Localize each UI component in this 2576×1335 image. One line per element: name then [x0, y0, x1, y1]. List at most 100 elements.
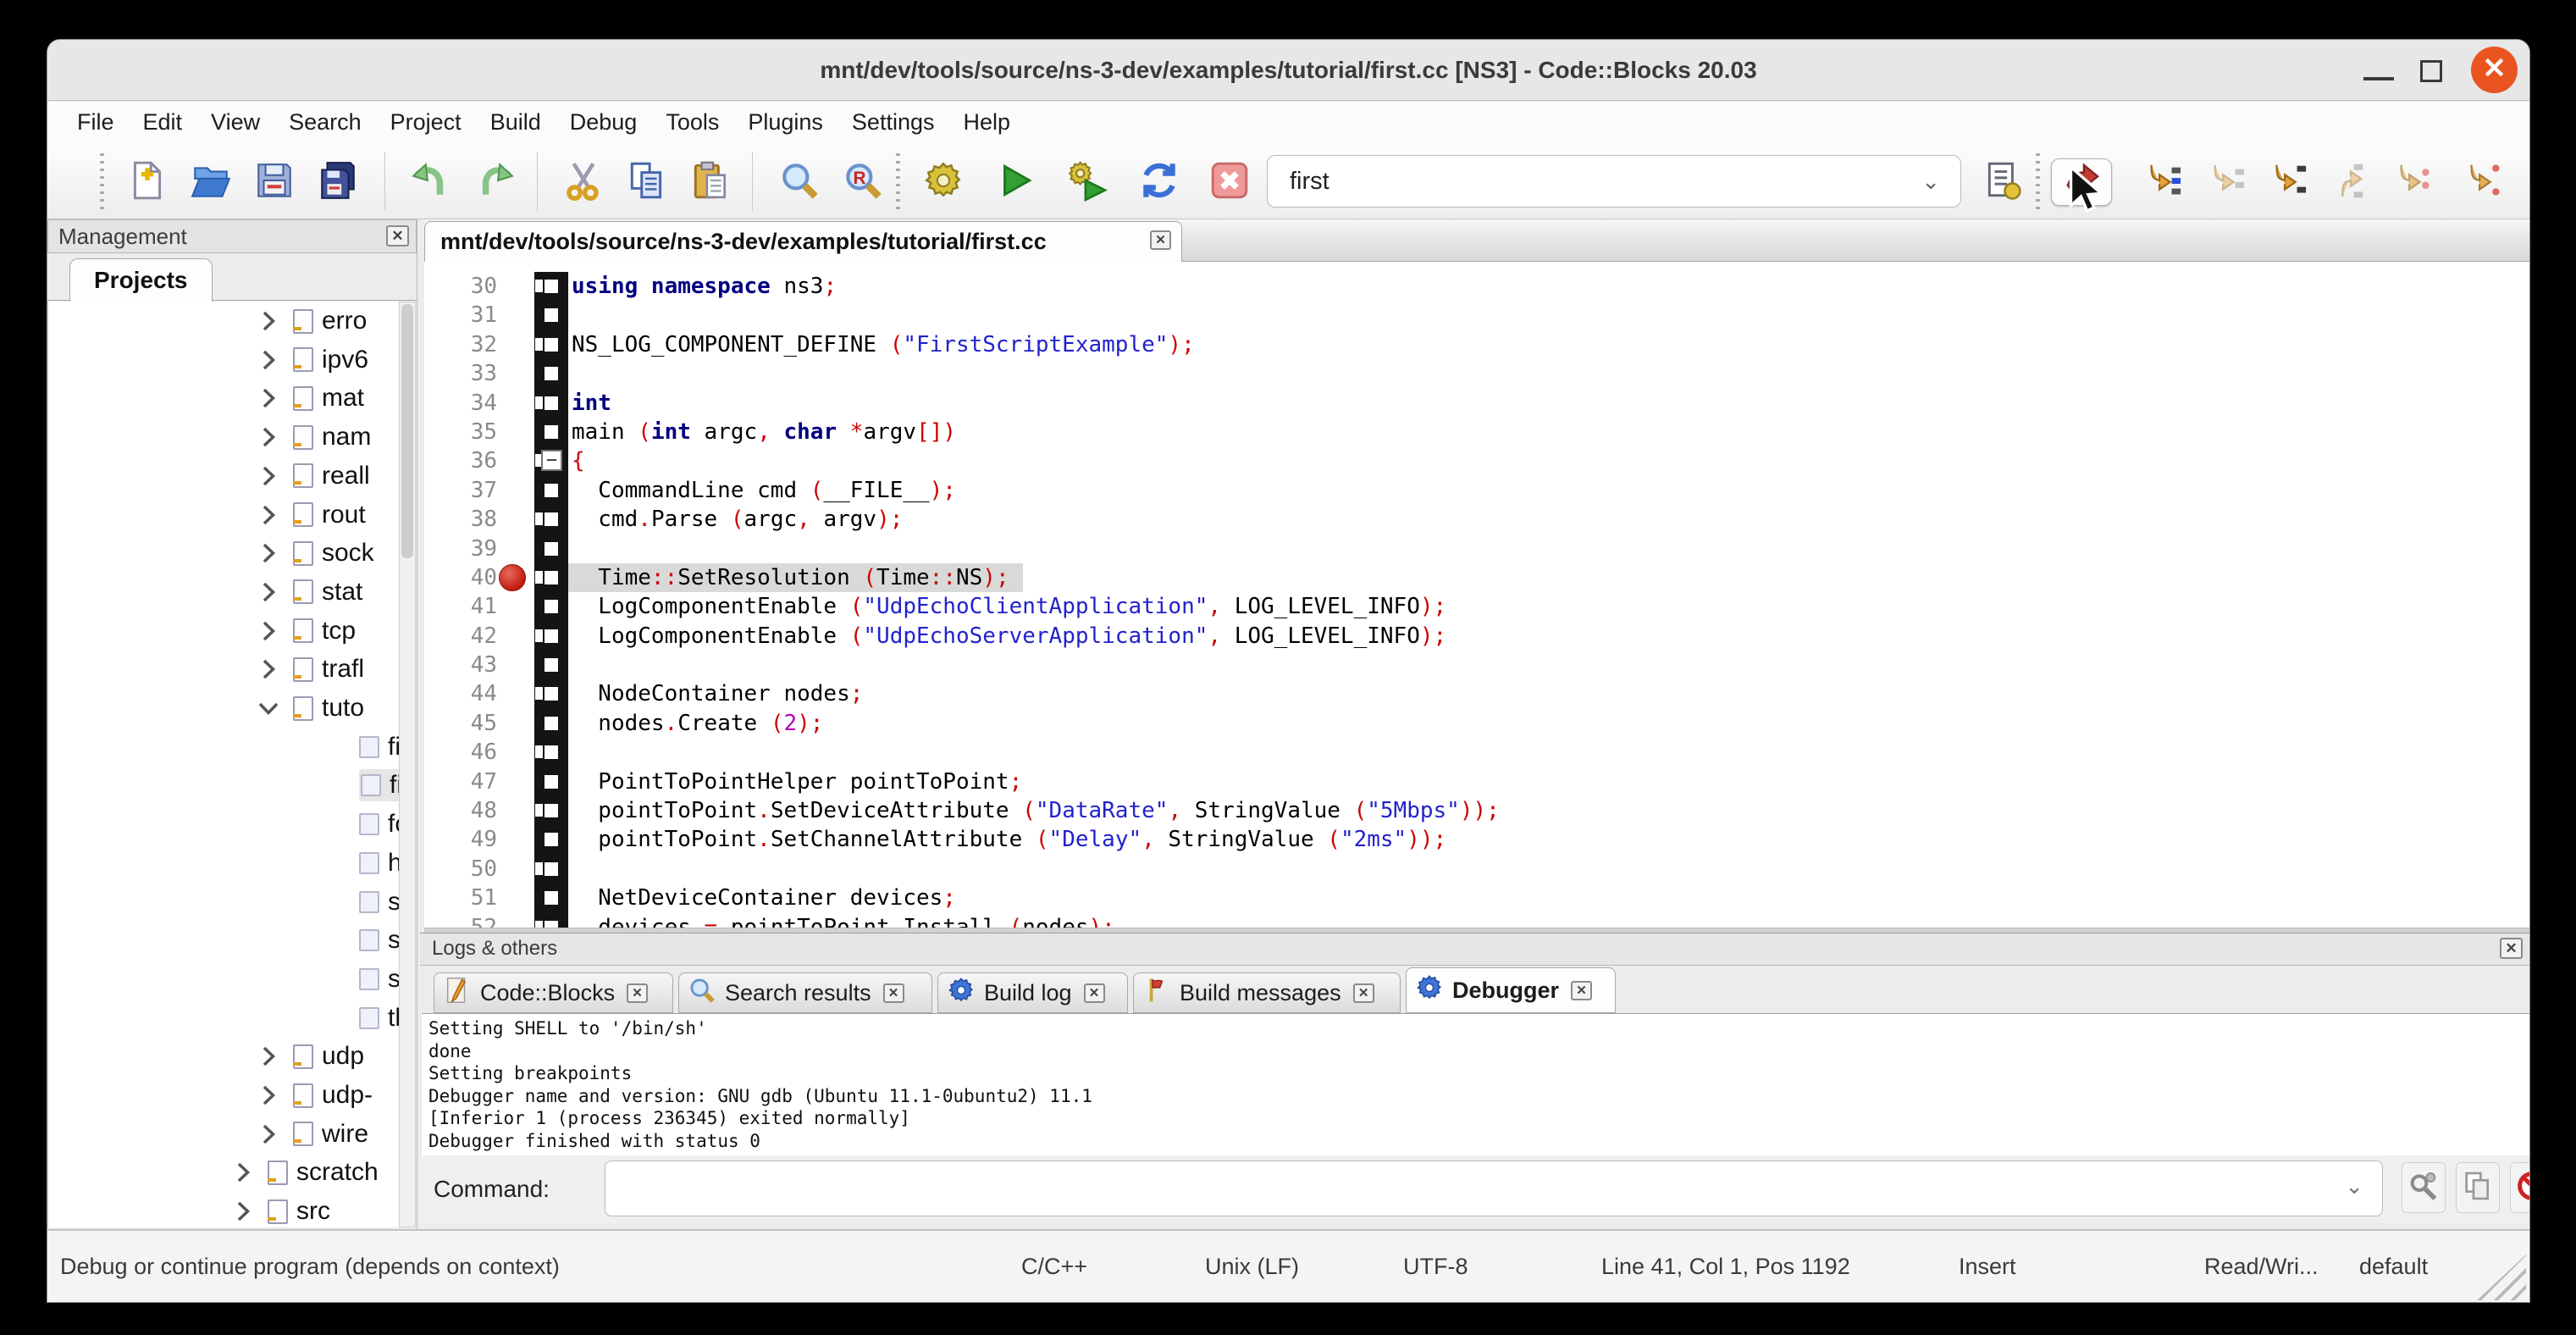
tree-item-fir[interactable]: fir [322, 766, 399, 805]
editor-tab-close-icon[interactable]: ✕ [1150, 230, 1171, 250]
fold-margin[interactable] [534, 884, 568, 912]
tree-item-udp-[interactable]: udp- [256, 1076, 399, 1115]
chevron-collapsed-icon[interactable] [256, 347, 281, 373]
fold-margin[interactable] [534, 651, 568, 679]
breakpoint-margin[interactable] [509, 855, 534, 884]
chevron-expanded-icon[interactable] [256, 695, 281, 721]
tree-item-udp[interactable]: udp [256, 1037, 399, 1076]
chevron-collapsed-icon[interactable] [256, 463, 281, 489]
menu-plugins[interactable]: Plugins [733, 102, 837, 143]
fold-margin[interactable] [534, 855, 568, 884]
fold-margin[interactable] [534, 767, 568, 796]
cut-button[interactable] [560, 158, 607, 206]
menu-build[interactable]: Build [476, 102, 556, 143]
code-line-32[interactable]: 32NS_LOG_COMPONENT_DEFINE ("FirstScriptE… [424, 330, 2530, 359]
fold-margin[interactable]: − [534, 446, 568, 475]
menu-debug[interactable]: Debug [556, 102, 652, 143]
tab-close-icon[interactable]: ✕ [1353, 983, 1374, 1003]
step-into-button[interactable] [2258, 158, 2319, 206]
breakpoint-margin[interactable] [509, 535, 534, 563]
breakpoint-margin[interactable] [509, 446, 534, 475]
tree-item-rout[interactable]: rout [256, 496, 399, 535]
find-button[interactable] [776, 158, 823, 206]
chevron-collapsed-icon[interactable] [256, 579, 281, 605]
open-file-button[interactable] [187, 158, 235, 206]
tree-item-src[interactable]: src [230, 1192, 399, 1227]
breakpoint-margin[interactable] [509, 389, 534, 418]
minimize-button[interactable] [2363, 77, 2394, 80]
code-line-36[interactable]: 36−{ [424, 446, 2530, 475]
fold-margin[interactable] [534, 563, 568, 592]
abort-button[interactable] [1206, 158, 1253, 206]
chevron-collapsed-icon[interactable] [256, 656, 281, 682]
code-line-31[interactable]: 31 [424, 301, 2530, 330]
copy-log-button[interactable] [2456, 1162, 2500, 1213]
tree-item-tuto[interactable]: tuto [256, 689, 399, 728]
chevron-collapsed-icon[interactable] [256, 385, 281, 411]
fold-margin[interactable] [534, 535, 568, 563]
toolbar-grip[interactable] [100, 153, 104, 209]
incremental-search-combo[interactable]: first ⌄ [1267, 155, 1961, 208]
breakpoint-margin[interactable] [509, 622, 534, 651]
menu-tools[interactable]: Tools [651, 102, 733, 143]
logs-tab-build-messages[interactable]: Build messages✕ [1133, 972, 1401, 1013]
search-options-button[interactable] [1980, 158, 2027, 206]
menu-search[interactable]: Search [274, 102, 376, 143]
code-line-39[interactable]: 39 [424, 535, 2530, 563]
breakpoint-margin[interactable] [509, 709, 534, 738]
fold-margin[interactable] [534, 709, 568, 738]
breakpoint-margin[interactable] [509, 796, 534, 825]
tree-item-mat[interactable]: mat [256, 379, 399, 418]
code-line-33[interactable]: 33 [424, 359, 2530, 388]
code-line-43[interactable]: 43 [424, 651, 2530, 679]
code-line-30[interactable]: 30using namespace ns3; [424, 272, 2530, 301]
rebuild-button[interactable] [1136, 158, 1183, 206]
tab-close-icon[interactable]: ✕ [1084, 983, 1105, 1003]
tab-projects[interactable]: Projects [69, 258, 213, 302]
breakpoint-margin[interactable] [509, 738, 534, 767]
code-line-42[interactable]: 42 LogComponentEnable ("UdpEchoServerApp… [424, 622, 2530, 651]
title-bar[interactable]: mnt/dev/tools/source/ns-3-dev/examples/t… [47, 40, 2529, 101]
breakpoint-margin[interactable] [509, 301, 534, 330]
build-and-run-button[interactable] [1064, 158, 1111, 206]
close-button[interactable]: ✕ [2471, 47, 2518, 93]
chevron-collapsed-icon[interactable] [256, 308, 281, 334]
fold-margin[interactable] [534, 592, 568, 621]
code-line-47[interactable]: 47 PointToPointHelper pointToPoint; [424, 767, 2530, 796]
code-line-48[interactable]: 48 pointToPoint.SetDeviceAttribute ("Dat… [424, 796, 2530, 825]
tree-item-ipv6[interactable]: ipv6 [256, 341, 399, 379]
breakpoint-margin[interactable] [509, 651, 534, 679]
replace-button[interactable]: R [839, 158, 887, 206]
menu-edit[interactable]: Edit [129, 102, 197, 143]
debugger-tools-button[interactable] [2402, 1162, 2446, 1213]
save-all-button[interactable] [314, 158, 362, 206]
breakpoint-margin[interactable] [509, 418, 534, 446]
code-line-46[interactable]: 46 [424, 738, 2530, 767]
build-button[interactable] [920, 158, 967, 206]
copy-button[interactable] [623, 158, 671, 206]
tree-item-th[interactable]: th [322, 999, 399, 1038]
menu-settings[interactable]: Settings [837, 102, 949, 143]
debugger-output[interactable]: Setting SHELL to '/bin/sh' done Setting … [422, 1013, 2529, 1155]
tree-item-stat[interactable]: stat [256, 573, 399, 612]
breakpoint-margin[interactable] [509, 825, 534, 854]
chevron-collapsed-icon[interactable] [256, 1083, 281, 1108]
breakpoint-margin[interactable] [509, 505, 534, 534]
tree-item-wire[interactable]: wire [256, 1115, 399, 1154]
tab-close-icon[interactable]: ✕ [627, 983, 648, 1003]
save-button[interactable] [251, 158, 298, 206]
tab-close-icon[interactable]: ✕ [1571, 981, 1592, 1000]
code-line-41[interactable]: 41 LogComponentEnable ("UdpEchoClientApp… [424, 592, 2530, 621]
fold-margin[interactable] [534, 505, 568, 534]
code-line-49[interactable]: 49 pointToPoint.SetChannelAttribute ("De… [424, 825, 2530, 854]
fold-margin[interactable] [534, 622, 568, 651]
maximize-button[interactable] [2420, 60, 2442, 82]
chevron-collapsed-icon[interactable] [256, 540, 281, 566]
breakpoint-margin[interactable] [509, 272, 534, 301]
code-editor[interactable]: 30using namespace ns3;3132NS_LOG_COMPONE… [424, 262, 2530, 928]
code-line-52[interactable]: 52 devices = pointToPoint.Install (nodes… [424, 913, 2530, 928]
management-close-icon[interactable]: ✕ [386, 225, 409, 247]
menu-file[interactable]: File [63, 102, 129, 143]
breakpoint-icon[interactable] [499, 564, 526, 591]
next-instruction-button[interactable] [2382, 158, 2443, 206]
